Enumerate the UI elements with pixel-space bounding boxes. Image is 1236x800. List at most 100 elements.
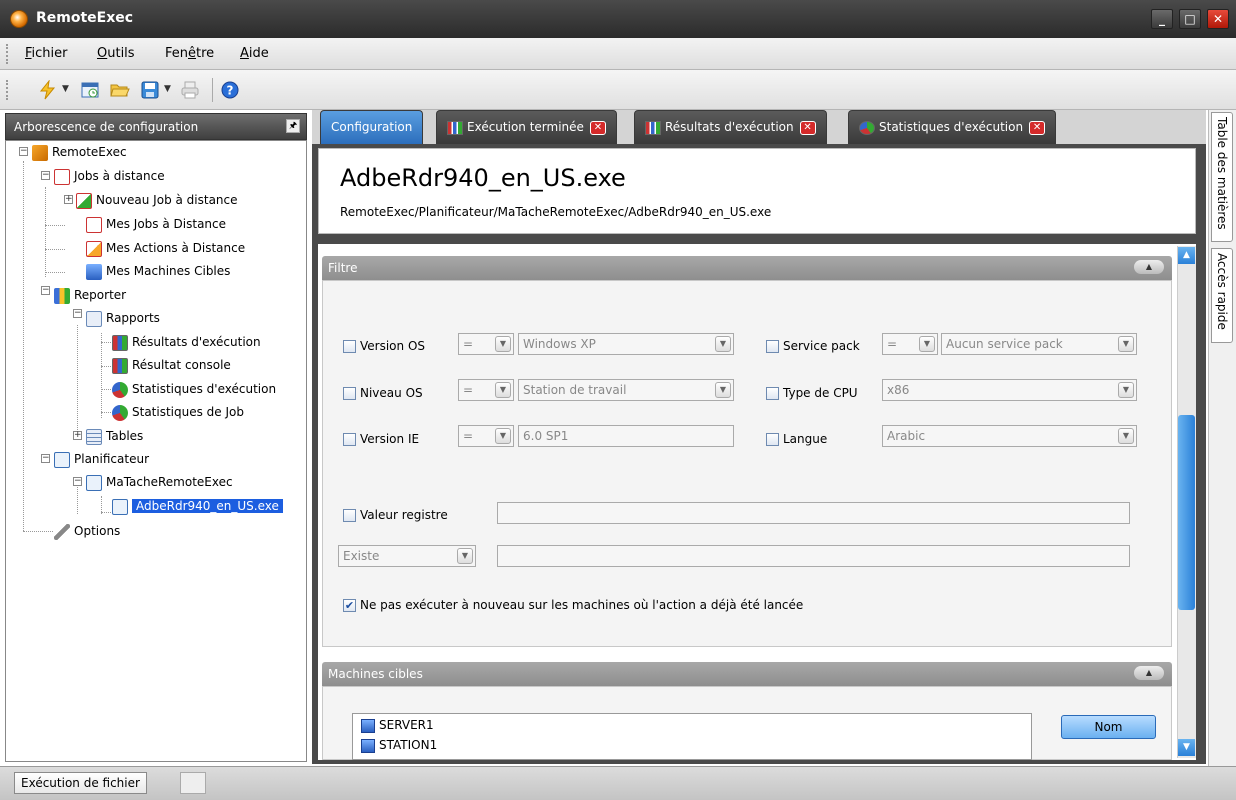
tree-item-exec-stats[interactable]: Statistiques d'exécution — [112, 379, 276, 399]
minimize-button[interactable]: _ — [1151, 9, 1173, 29]
niveau-os-checkbox[interactable]: Niveau OS — [343, 386, 423, 400]
menu-aide[interactable]: Aide — [240, 46, 269, 61]
tree-item-options[interactable]: Options — [54, 521, 120, 541]
langue-select[interactable]: Arabic ▼ — [882, 425, 1137, 447]
close-tab-icon[interactable]: ✕ — [799, 120, 816, 135]
langue-checkbox[interactable]: Langue — [766, 432, 827, 446]
service-pack-checkbox[interactable]: Service pack — [766, 339, 860, 353]
tree-item-my-jobs[interactable]: Mes Jobs à Distance — [86, 214, 226, 234]
type-cpu-value: x86 — [887, 383, 910, 397]
niveau-os-operator[interactable]: = ▼ — [458, 379, 514, 401]
chevron-down-icon: ▼ — [495, 336, 511, 352]
tree-item-scheduler[interactable]: Planificateur — [54, 449, 149, 469]
tree-expander[interactable]: + — [64, 195, 73, 204]
service-pack-operator[interactable]: = ▼ — [882, 333, 938, 355]
scroll-thumb[interactable] — [1178, 415, 1195, 610]
tab-acces-rapide[interactable]: Accès rapide — [1211, 248, 1233, 343]
save-icon[interactable] — [140, 80, 160, 100]
machines-section-header[interactable]: Machines cibles ▲ — [322, 662, 1172, 686]
no-rerun-label: Ne pas exécuter à nouveau sur les machin… — [360, 598, 804, 612]
menu-grip — [6, 44, 9, 64]
tree-item-task[interactable]: MaTacheRemoteExec — [86, 472, 233, 492]
registry-value-input[interactable] — [497, 545, 1130, 567]
registry-key-input[interactable] — [497, 502, 1130, 524]
tree-item-label: AdbeRdr940_en_US.exe — [132, 499, 283, 513]
checkmark-icon: ✔ — [343, 599, 356, 612]
version-ie-operator[interactable]: = ▼ — [458, 425, 514, 447]
lightning-icon[interactable] — [38, 80, 58, 100]
langue-label: Langue — [783, 432, 828, 446]
tab-configuration[interactable]: Configuration — [320, 110, 424, 144]
pin-icon[interactable]: 🖈 — [286, 119, 300, 133]
chevron-down-icon: ▼ — [495, 382, 511, 398]
help-icon[interactable]: ? — [220, 80, 240, 100]
tree-item-job-stats[interactable]: Statistiques de Job — [112, 402, 244, 422]
tab-table-des-matieres[interactable]: Table des matières — [1211, 112, 1233, 242]
tab-resultats[interactable]: Résultats d'exécution ✕ — [634, 110, 827, 144]
tree-item-label: Jobs à distance — [74, 169, 165, 183]
tree-item-label: Mes Actions à Distance — [106, 241, 246, 255]
version-os-checkbox[interactable]: Version OS — [343, 339, 425, 353]
scroll-up-icon[interactable]: ▲ — [1178, 247, 1195, 264]
tree-expander[interactable]: − — [41, 454, 50, 463]
version-os-operator[interactable]: = ▼ — [458, 333, 514, 355]
version-os-label: Version OS — [360, 339, 426, 353]
tree-item-new-job[interactable]: Nouveau Job à distance — [76, 190, 238, 210]
no-rerun-checkbox[interactable]: ✔ Ne pas exécuter à nouveau sur les machi… — [343, 598, 803, 612]
valeur-registre-checkbox[interactable]: Valeur registre — [343, 508, 448, 522]
tree-item-jobs[interactable]: Jobs à distance — [54, 166, 165, 186]
menu-fichier[interactable]: Fichier — [25, 46, 68, 61]
existe-select[interactable]: Existe ▼ — [338, 545, 476, 567]
bar-chart-icon — [645, 120, 661, 135]
print-icon[interactable] — [180, 80, 200, 100]
tree-item-adberdr[interactable]: AdbeRdr940_en_US.exe — [112, 496, 283, 516]
tree-item-remoteexec[interactable]: RemoteExec — [32, 142, 127, 162]
tree-expander[interactable]: − — [73, 309, 82, 318]
schedule-icon[interactable] — [80, 80, 100, 100]
type-cpu-select[interactable]: x86 ▼ — [882, 379, 1137, 401]
tab-statistiques[interactable]: Statistiques d'exécution ✕ — [848, 110, 1057, 144]
tree-item-console[interactable]: Résultat console — [112, 355, 231, 375]
menu-outils[interactable]: Outils — [97, 46, 135, 61]
service-pack-select[interactable]: Aucun service pack ▼ — [941, 333, 1137, 355]
close-button[interactable]: ✕ — [1207, 9, 1229, 29]
tree-expander[interactable]: − — [73, 477, 82, 486]
tree-expander[interactable]: − — [41, 286, 50, 295]
open-folder-icon[interactable] — [110, 80, 130, 100]
tree-expander[interactable]: + — [73, 431, 82, 440]
tree-item-reporter[interactable]: Reporter — [54, 285, 126, 305]
niveau-os-select[interactable]: Station de travail ▼ — [518, 379, 734, 401]
list-item[interactable]: STATION1 — [361, 738, 437, 753]
version-ie-checkbox[interactable]: Version IE — [343, 432, 419, 446]
scroll-down-icon[interactable]: ▼ — [1178, 739, 1195, 756]
close-tab-icon[interactable]: ✕ — [1029, 120, 1046, 135]
tree-item-results[interactable]: Résultats d'exécution — [112, 332, 261, 352]
collapse-icon[interactable]: ▲ — [1134, 666, 1164, 680]
tab-execution-terminee[interactable]: Exécution terminée ✕ — [436, 110, 617, 144]
tree-item-tables[interactable]: Tables — [86, 426, 143, 446]
version-ie-input[interactable]: 6.0 SP1 — [518, 425, 734, 447]
filter-section-header[interactable]: Filtre ▲ — [322, 256, 1172, 280]
collapse-icon[interactable]: ▲ — [1134, 260, 1164, 274]
maximize-button[interactable]: □ — [1179, 9, 1201, 29]
machines-list[interactable]: SERVER1 STATION1 — [352, 713, 1032, 760]
close-tab-icon[interactable]: ✕ — [589, 120, 606, 135]
filter-section-title: Filtre — [328, 261, 358, 275]
version-os-select[interactable]: Windows XP ▼ — [518, 333, 734, 355]
chevron-down-icon: ▼ — [919, 336, 935, 352]
tree-item-my-machines[interactable]: Mes Machines Cibles — [86, 261, 230, 281]
left-panel-header: Arborescence de configuration 🖈 — [5, 113, 307, 140]
type-cpu-checkbox[interactable]: Type de CPU — [766, 386, 858, 400]
tree-item-my-actions[interactable]: Mes Actions à Distance — [86, 238, 245, 258]
tree-expander[interactable]: − — [41, 171, 50, 180]
tree-item-rapports[interactable]: Rapports — [86, 308, 160, 328]
menu-bar: Fichier Outils Fenêtre Aide — [0, 38, 1236, 70]
list-item[interactable]: SERVER1 — [361, 718, 434, 733]
menu-fenetre-accel: ê — [188, 46, 197, 61]
menu-fenetre[interactable]: Fenêtre — [165, 46, 214, 61]
lightning-dropdown-icon[interactable]: ▼ — [62, 84, 69, 94]
menu-fenetre-pre: Fen — [165, 46, 189, 61]
save-dropdown-icon[interactable]: ▼ — [164, 84, 171, 94]
tree-expander[interactable]: − — [19, 147, 28, 156]
nom-button[interactable]: Nom — [1061, 715, 1156, 739]
